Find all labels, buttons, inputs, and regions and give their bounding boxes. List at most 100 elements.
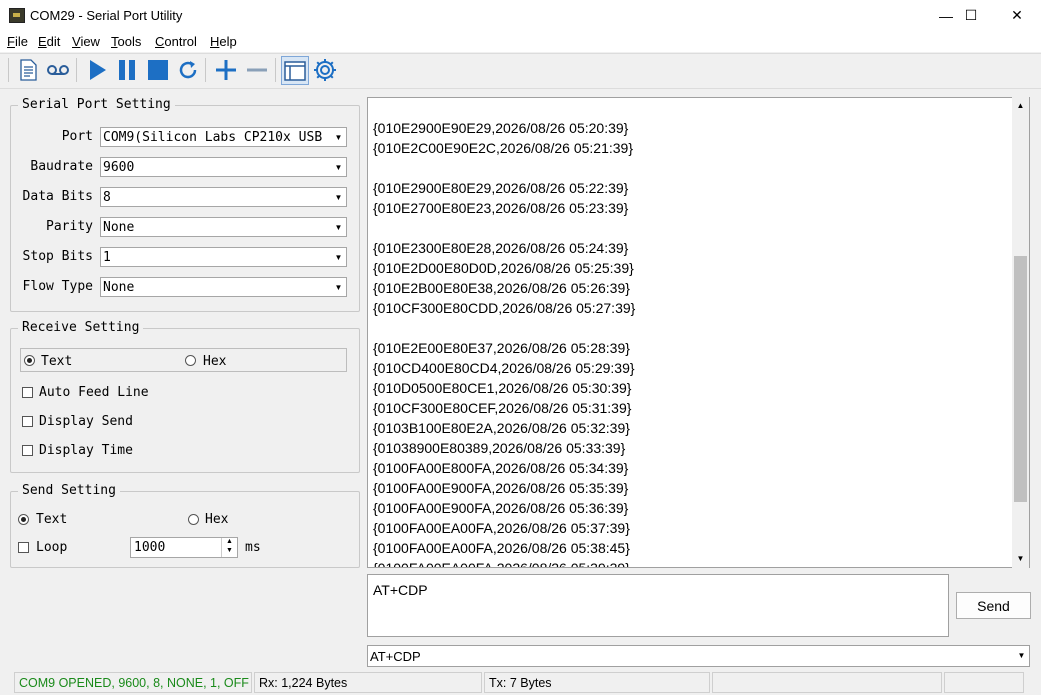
- log-line: {010CF300E80CDD,2026/08/26 05:27:39}: [373, 300, 636, 316]
- data-bits-label: Data Bits: [22, 189, 93, 204]
- flow-type-select[interactable]: None ▼: [100, 277, 347, 297]
- log-line: {010D0500E80CE1,2026/08/26 05:30:39}: [373, 380, 632, 396]
- log-line: {010E2C00E90E2C,2026/08/26 05:21:39}: [373, 140, 634, 156]
- receive-hex-label: Hex: [203, 354, 227, 369]
- send-hex-radio[interactable]: [188, 514, 199, 525]
- send-button[interactable]: Send: [956, 592, 1031, 619]
- log-line: {010E2D00E80D0D,2026/08/26 05:25:39}: [373, 260, 634, 276]
- log-line: {0100FA00E800FA,2026/08/26 05:34:39}: [373, 460, 629, 476]
- data-bits-select[interactable]: 8 ▼: [100, 187, 347, 207]
- flow-type-value: None: [103, 280, 135, 295]
- log-line: {0100FA00EA00FA,2026/08/26 05:38:45}: [373, 540, 630, 556]
- add-icon[interactable]: [213, 57, 239, 83]
- display-send-checkbox[interactable]: [22, 416, 33, 427]
- port-label: Port: [61, 129, 93, 144]
- receive-text-radio[interactable]: [24, 355, 35, 366]
- window-title: COM29 - Serial Port Utility: [30, 8, 183, 23]
- status-rx: Rx: 1,224 Bytes: [254, 672, 482, 693]
- baudrate-value: 9600: [103, 160, 135, 175]
- send-text-label: Text: [36, 512, 68, 527]
- receive-text-label: Text: [41, 354, 73, 369]
- menu-help[interactable]: Help: [210, 34, 237, 49]
- log-line: {010E2700E80E23,2026/08/26 05:23:39}: [373, 200, 629, 216]
- display-time-label: Display Time: [39, 443, 133, 458]
- log-line: {010E2900E80E29,2026/08/26 05:22:39}: [373, 180, 629, 196]
- stop-icon[interactable]: [145, 57, 171, 83]
- menu-control[interactable]: Control: [155, 34, 197, 49]
- log-line: {010E2300E80E28,2026/08/26 05:24:39}: [373, 240, 629, 256]
- log-scrollbar-thumb[interactable]: [1014, 256, 1027, 502]
- auto-feed-line-label: Auto Feed Line: [39, 385, 149, 400]
- refresh-icon[interactable]: [175, 57, 201, 83]
- stop-bits-select[interactable]: 1 ▼: [100, 247, 347, 267]
- window-icon[interactable]: [281, 56, 309, 85]
- scroll-down-icon[interactable]: ▼: [1013, 552, 1028, 566]
- toolbar-separator: [76, 58, 77, 82]
- play-icon[interactable]: [84, 57, 110, 83]
- parity-label: Parity: [46, 219, 93, 234]
- serial-port-setting-title: Serial Port Setting: [18, 97, 175, 112]
- remove-icon[interactable]: [244, 57, 270, 83]
- menu-file[interactable]: File: [7, 34, 28, 49]
- log-line: {0100FA00EA00FA,2026/08/26 05:39:39}: [373, 560, 630, 568]
- stepper-up-icon[interactable]: ▲: [221, 538, 237, 547]
- menu-tools[interactable]: Tools: [111, 34, 141, 49]
- document-icon[interactable]: [15, 57, 41, 83]
- send-history-select[interactable]: AT+CDP ▼: [367, 645, 1030, 667]
- menu-edit[interactable]: Edit: [38, 34, 60, 49]
- close-icon: ✕: [1011, 7, 1023, 23]
- scroll-up-icon[interactable]: ▲: [1013, 99, 1028, 113]
- log-line: {0100FA00E900FA,2026/08/26 05:35:39}: [373, 480, 629, 496]
- chevron-down-icon: ▼: [331, 248, 346, 266]
- toolbar-separator: [275, 58, 276, 82]
- auto-feed-line-checkbox[interactable]: [22, 387, 33, 398]
- status-panel-empty: [944, 672, 1024, 693]
- menu-view[interactable]: View: [72, 34, 100, 49]
- close-button[interactable]: ✕: [994, 0, 1040, 31]
- chevron-down-icon: ▼: [331, 158, 346, 176]
- port-value: COM9(Silicon Labs CP210x USB: [103, 130, 323, 145]
- parity-select[interactable]: None ▼: [100, 217, 347, 237]
- baudrate-select[interactable]: 9600 ▼: [100, 157, 347, 177]
- baudrate-label: Baudrate: [30, 159, 93, 174]
- send-history-value: AT+CDP: [370, 649, 421, 664]
- log-line: {010E2E00E80E37,2026/08/26 05:28:39}: [373, 340, 630, 356]
- display-time-checkbox[interactable]: [22, 445, 33, 456]
- chevron-down-icon: ▼: [1017, 651, 1026, 660]
- log-line: {0100FA00EA00FA,2026/08/26 05:37:39}: [373, 520, 630, 536]
- loop-label: Loop: [36, 540, 68, 555]
- log-line: {0103B100E80E2A,2026/08/26 05:32:39}: [373, 420, 630, 436]
- gear-icon[interactable]: [312, 57, 338, 83]
- log-line: {010CF300E80CEF,2026/08/26 05:31:39}: [373, 400, 632, 416]
- log-line: {010E2B00E80E38,2026/08/26 05:26:39}: [373, 280, 630, 296]
- loop-interval-value: 1000: [134, 540, 166, 555]
- record-icon[interactable]: [45, 57, 71, 83]
- chevron-down-icon: ▼: [331, 188, 346, 206]
- status-panel-empty: [712, 672, 942, 693]
- send-text-radio[interactable]: [18, 514, 29, 525]
- stepper-down-icon[interactable]: ▼: [221, 547, 237, 557]
- send-input-text: AT+CDP: [373, 582, 428, 598]
- log-lines: {010E2900E90E29,2026/08/26 05:20:39} {010…: [373, 118, 636, 568]
- log-line: {01038900E80389,2026/08/26 05:33:39}: [373, 440, 626, 456]
- receive-setting-title: Receive Setting: [18, 320, 144, 335]
- toolbar-separator: [8, 58, 9, 82]
- log-line: {010E2900E90E29,2026/08/26 05:20:39}: [373, 120, 629, 136]
- loop-checkbox[interactable]: [18, 542, 29, 553]
- receive-log[interactable]: {010E2900E90E29,2026/08/26 05:20:39} {010…: [367, 97, 1030, 568]
- port-select[interactable]: COM9(Silicon Labs CP210x USB ▼: [100, 127, 347, 147]
- status-port: COM9 OPENED, 9600, 8, NONE, 1, OFF: [14, 672, 252, 693]
- receive-hex-radio[interactable]: [185, 355, 196, 366]
- loop-interval-stepper[interactable]: 1000 ▲ ▼: [130, 537, 238, 558]
- log-line: {010CD400E80CD4,2026/08/26 05:29:39}: [373, 360, 635, 376]
- chevron-down-icon: ▼: [331, 278, 346, 296]
- send-hex-label: Hex: [205, 512, 229, 527]
- loop-unit-label: ms: [245, 540, 261, 555]
- send-input[interactable]: AT+CDP: [367, 574, 949, 637]
- maximize-button[interactable]: ☐: [948, 0, 994, 31]
- stop-bits-label: Stop Bits: [22, 249, 93, 264]
- pause-icon[interactable]: [114, 57, 140, 83]
